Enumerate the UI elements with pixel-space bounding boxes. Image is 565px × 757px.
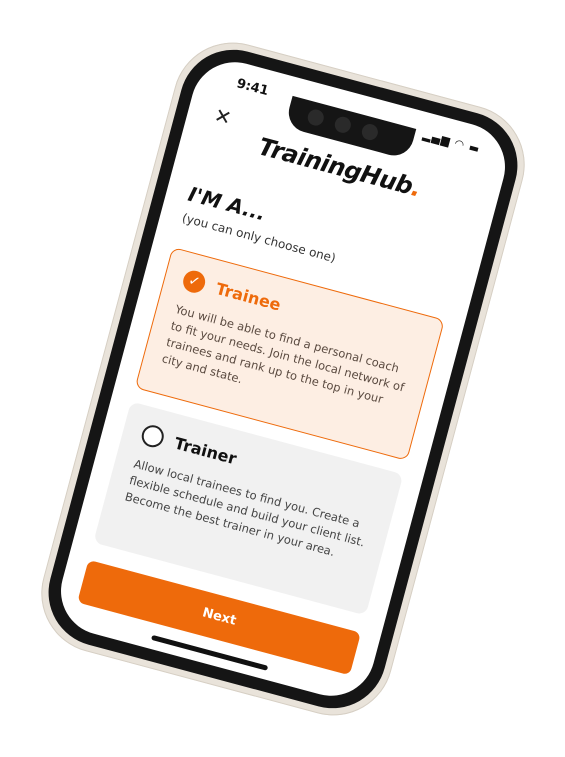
- sensor-icon: [360, 122, 380, 142]
- option-title: Trainer: [172, 433, 239, 468]
- phone-mockup: 9:41 ▂▄▆ ◠ ▬ ✕ TrainingHub. I'M A... (yo…: [27, 29, 539, 729]
- check-circle-icon[interactable]: ✓: [180, 268, 208, 296]
- wifi-icon: ◠: [453, 136, 467, 152]
- battery-icon: ▬: [467, 140, 482, 156]
- signal-icon: ▂▄▆: [421, 128, 453, 149]
- phone-screen: 9:41 ▂▄▆ ◠ ▬ ✕ TrainingHub. I'M A... (yo…: [51, 52, 515, 706]
- camera-icon: [305, 107, 326, 128]
- option-title: Trainee: [213, 278, 283, 315]
- sensor-icon: [333, 115, 353, 135]
- status-icons: ▂▄▆ ◠ ▬: [421, 128, 481, 156]
- radio-empty-icon[interactable]: [139, 422, 167, 450]
- status-time: 9:41: [234, 76, 271, 100]
